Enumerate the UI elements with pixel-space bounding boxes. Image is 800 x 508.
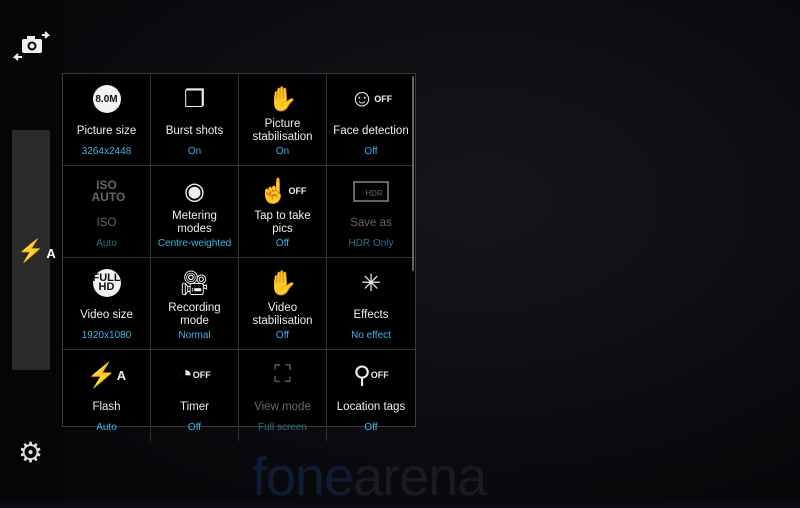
setting-tap-to-take-pics[interactable]: ☝ OFF Tap to take pics Off [239, 166, 327, 258]
setting-value: Off [187, 422, 202, 433]
badge-text: 8.0M [92, 85, 121, 113]
setting-label: Picture stabilisation [252, 118, 313, 143]
icon-text: HDR [353, 180, 389, 202]
setting-label: Save as [350, 216, 392, 229]
setting-label: Burst shots [165, 124, 224, 137]
setting-label: Location tags [336, 400, 406, 413]
setting-label: Flash [92, 400, 121, 413]
setting-video-size[interactable]: FULL HD Video size 1920x1080 [63, 258, 151, 350]
flash-auto-icon[interactable]: ⚡ A [17, 238, 56, 264]
setting-value: Normal [178, 330, 211, 341]
setting-value: 1920x1080 [81, 330, 132, 341]
setting-picture-stabilisation[interactable]: ✋ Picture stabilisation On [239, 74, 327, 166]
watermark-part1: fone [252, 447, 354, 507]
badge-text: FULL HD [92, 269, 121, 297]
metering-icon: ◉ [184, 177, 205, 205]
setting-label: Timer [180, 400, 209, 413]
setting-value: Off [275, 238, 290, 249]
setting-recording-mode[interactable]: 🎥︎ Recording mode Normal [151, 258, 239, 350]
timer-off-icon: ◔ OFF [178, 361, 211, 388]
setting-label: ISO [96, 216, 117, 229]
setting-picture-size[interactable]: 8.0M Picture size 3264x2448 [63, 74, 151, 166]
setting-label: Metering modes [172, 210, 217, 235]
full-screen-icon: ⛶ [274, 361, 291, 388]
setting-value: Off [364, 146, 378, 157]
video-camera-icon: 🎥︎ [179, 269, 210, 297]
tap-off-icon: ☝ OFF [258, 177, 307, 205]
video-stabilisation-off-icon: ✋ [267, 269, 298, 297]
setting-flash[interactable]: ⚡ A Flash Auto [63, 350, 151, 441]
flash-mode-label: A [46, 246, 56, 261]
setting-timer[interactable]: ◔ OFF Timer Off [151, 350, 239, 441]
full-hd-icon: FULL HD [92, 266, 121, 300]
setting-save-as[interactable]: HDR Save as HDR Only [327, 166, 415, 258]
setting-value: 3264x2448 [81, 146, 132, 157]
hdr-icon: HDR [353, 174, 389, 208]
setting-value: Off [364, 422, 378, 433]
setting-view-mode[interactable]: ⛶ View mode Full screen [239, 350, 327, 441]
setting-label: Face detection [333, 124, 409, 137]
setting-value: Auto [96, 238, 117, 249]
setting-metering-modes[interactable]: ◉ Metering modes Centre-weighted [151, 166, 239, 258]
setting-value: HDR Only [348, 238, 394, 249]
setting-value: Centre-weighted [157, 238, 232, 249]
setting-video-stabilisation[interactable]: ✋ Video stabilisation Off [239, 258, 327, 350]
burst-shots-icon: ❐ [183, 85, 206, 113]
setting-value: No effect [351, 330, 391, 341]
off-text: OFF [370, 370, 389, 380]
hand-stabilisation-icon: ✋ [267, 85, 298, 113]
off-text: OFF [192, 370, 211, 380]
setting-value: On [275, 146, 290, 157]
settings-grid: 8.0M Picture size 3264x2448 ❐ Burst shots… [62, 73, 416, 441]
setting-iso[interactable]: ISO AUTO ISO Auto [63, 166, 151, 258]
setting-location-tags[interactable]: ⚲ OFF Location tags Off [327, 350, 415, 441]
face-detection-off-icon: ☺ OFF [349, 85, 393, 112]
setting-label: View mode [254, 400, 311, 413]
flash-auto-icon: ⚡ A [86, 361, 127, 389]
setting-value: Auto [96, 422, 117, 433]
icon-text: A [116, 367, 127, 383]
setting-label: Tap to take pics [254, 210, 311, 235]
setting-burst-shots[interactable]: ❐ Burst shots On [151, 74, 239, 166]
setting-value: Off [275, 330, 290, 341]
off-text: OFF [288, 186, 307, 196]
iso-auto-icon: ISO AUTO [91, 174, 126, 208]
setting-label: Video stabilisation [252, 302, 313, 327]
off-text: OFF [374, 94, 393, 104]
setting-label: Picture size [76, 124, 137, 137]
setting-label: Recording mode [168, 302, 221, 327]
magic-wand-icon: ✳ [360, 269, 382, 297]
location-off-icon: ⚲ OFF [353, 361, 389, 389]
camera-switch-icon[interactable] [12, 30, 52, 62]
icon-text: ISO AUTO [91, 178, 126, 204]
watermark-part2: arena [353, 447, 487, 507]
setting-label: Video size [80, 308, 133, 321]
setting-value: On [187, 146, 202, 157]
picture-size-icon: 8.0M [92, 82, 121, 116]
setting-value: Full screen [258, 422, 307, 433]
setting-label: Effects [353, 308, 389, 321]
gear-icon[interactable]: ⚙ [18, 439, 43, 467]
setting-face-detection[interactable]: ☺ OFF Face detection Off [327, 74, 415, 166]
setting-effects[interactable]: ✳ Effects No effect [327, 258, 415, 350]
scrollbar[interactable] [412, 76, 414, 271]
watermark: fonearena [252, 446, 487, 508]
